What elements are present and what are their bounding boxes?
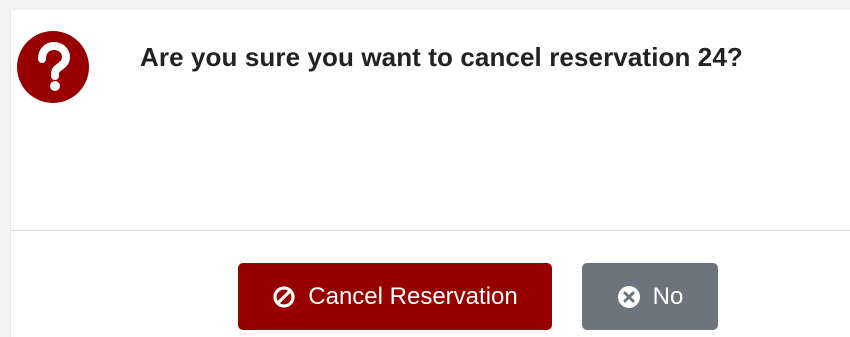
no-label: No	[652, 282, 684, 310]
ban-icon	[272, 285, 296, 309]
times-circle-icon	[617, 285, 641, 309]
no-button[interactable]: No	[582, 263, 718, 330]
question-circle-icon	[17, 31, 89, 103]
cancel-reservation-label: Cancel Reservation	[308, 282, 518, 310]
confirm-message: Are you sure you want to cancel reservat…	[140, 42, 743, 72]
dialog-divider	[11, 230, 850, 231]
confirm-dialog: Are you sure you want to cancel reservat…	[10, 10, 850, 337]
cancel-reservation-button[interactable]: Cancel Reservation	[238, 263, 552, 330]
